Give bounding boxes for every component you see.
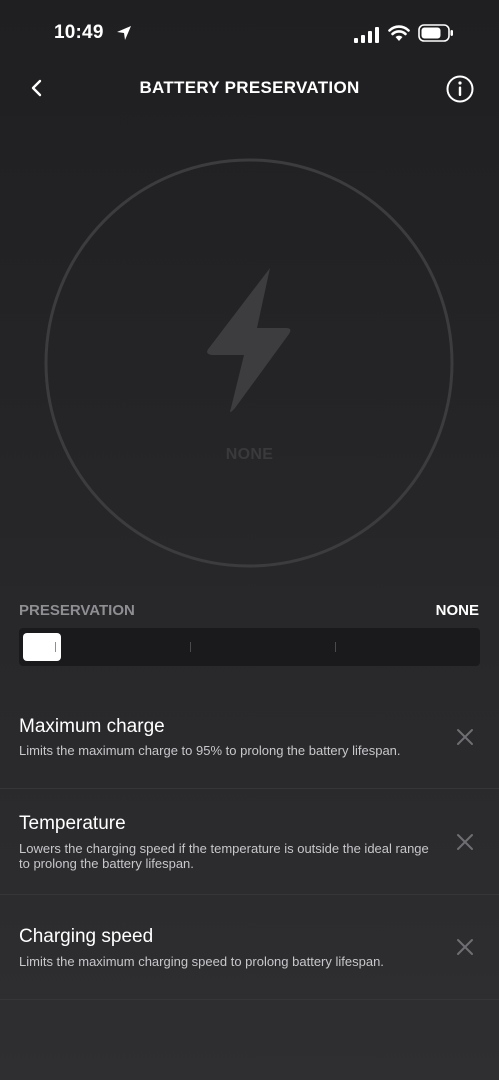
- info-button[interactable]: [445, 74, 475, 104]
- nav-header: BATTERY PRESERVATION: [0, 68, 499, 108]
- info-icon: [446, 75, 474, 103]
- page-title: BATTERY PRESERVATION: [139, 78, 360, 97]
- setting-description: Lowers the charging speed if the tempera…: [19, 841, 429, 871]
- lightning-bolt-icon: [207, 268, 291, 412]
- cellular-signal-icon: [354, 27, 379, 43]
- wifi-icon: [388, 25, 410, 41]
- setting-row-maximum-charge: Maximum charge Limits the maximum charge…: [0, 690, 499, 789]
- setting-title: Maximum charge: [19, 716, 165, 737]
- setting-description: Limits the maximum charge to 95% to prol…: [19, 743, 401, 758]
- slider-thumb[interactable]: [23, 633, 61, 661]
- preservation-slider[interactable]: [19, 628, 480, 666]
- slider-tick: [190, 642, 191, 652]
- close-icon[interactable]: [455, 832, 475, 852]
- setting-title: Charging speed: [19, 926, 154, 947]
- location-arrow-icon: [117, 26, 131, 40]
- setting-row-charging-speed: Charging speed Limits the maximum chargi…: [0, 895, 499, 1000]
- gauge-status-label: NONE: [225, 446, 274, 463]
- setting-description: Limits the maximum charging speed to pro…: [19, 954, 384, 969]
- preservation-gauge: [44, 158, 454, 568]
- preservation-value: NONE: [435, 602, 479, 619]
- setting-row-temperature: Temperature Lowers the charging speed if…: [0, 789, 499, 895]
- slider-tick: [335, 642, 336, 652]
- preservation-label: PRESERVATION: [19, 602, 135, 619]
- close-icon[interactable]: [455, 937, 475, 957]
- status-time: 10:49: [54, 22, 104, 43]
- setting-title: Temperature: [19, 813, 126, 834]
- close-icon[interactable]: [455, 727, 475, 747]
- status-bar: 10:49: [0, 0, 499, 68]
- battery-icon: [418, 24, 453, 42]
